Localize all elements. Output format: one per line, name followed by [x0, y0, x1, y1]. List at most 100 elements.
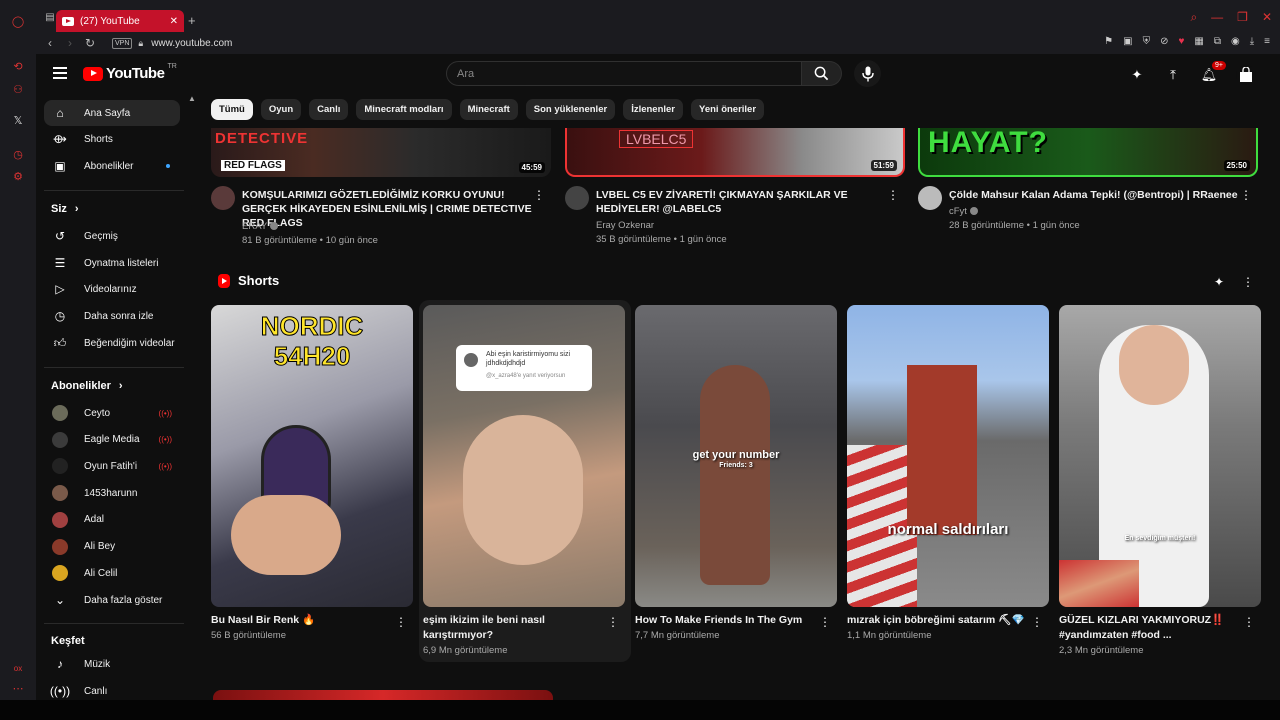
opera-ai-icon[interactable]: ox [10, 660, 26, 676]
sidebar-subscription-item[interactable]: Ali Celil [44, 560, 180, 586]
wallet-icon[interactable]: ▦ [1194, 36, 1203, 47]
more-options-icon[interactable]: ⋮ [1243, 615, 1255, 629]
short-thumbnail[interactable]: normal saldırıları [847, 305, 1049, 607]
lock-icon[interactable]: 🔒︎ [138, 38, 143, 49]
sidebar-item-home[interactable]: ⌂ Ana Sayfa [44, 100, 180, 126]
search-tabs-icon[interactable]: ⌕ [1190, 10, 1197, 25]
short-title[interactable]: How To Make Friends In The Gym [635, 613, 815, 628]
short-card[interactable]: NORDIC 54H20 Bu Nasıl Bir Renk 🔥 56 B gö… [211, 305, 413, 641]
chip-filter[interactable]: İzlenenler [623, 99, 684, 120]
channel-avatar[interactable] [211, 186, 235, 210]
opera-tabs-icon[interactable]: ⚇ [10, 81, 26, 97]
sidebar-subscription-item[interactable]: Adal [44, 507, 180, 533]
premium-icon[interactable]: ✦ [1128, 66, 1146, 84]
youtube-logo[interactable]: YouTube TR [83, 63, 177, 82]
bookmark-icon[interactable]: ⚑ [1104, 36, 1113, 47]
url-field[interactable]: www.youtube.com [151, 38, 232, 49]
channel-avatar[interactable] [918, 186, 942, 210]
sidebar-item-live[interactable]: ((•)) Canlı [44, 678, 180, 700]
close-tab-icon[interactable]: ✕ [170, 16, 178, 27]
sidebar-scroll-up-icon[interactable]: ▲ [188, 94, 196, 104]
channel-name[interactable]: Eray Ozkenar [596, 220, 654, 231]
more-options-icon[interactable]: ⋮ [533, 188, 545, 202]
reload-icon[interactable]: ↻ [84, 36, 96, 50]
short-card[interactable]: En sevdiğim müşteri! GÜZEL KIZLARI YAKMI… [1059, 305, 1261, 656]
sidebar-item-playlists[interactable]: ☰ Oynatma listeleri [44, 250, 180, 276]
short-card[interactable]: get your number Friends: 3 How To Make F… [635, 305, 837, 641]
account-avatar[interactable] [1236, 65, 1256, 85]
easy-setup-icon[interactable]: ≡ [1264, 36, 1270, 47]
sidebar-item-history[interactable]: ↺ Geçmiş [44, 223, 180, 249]
sidebar-subscriptions-heading[interactable]: Abonelikler › [51, 380, 123, 392]
short-thumbnail[interactable]: Abi eşin karistirmiyomu sizi jdhdkdjdhdj… [423, 305, 625, 607]
sidebar-subscription-item[interactable]: Ceyto ((•)) [44, 400, 180, 426]
short-thumbnail[interactable]: NORDIC 54H20 [211, 305, 413, 607]
upload-icon[interactable]: ⤒ [1164, 66, 1182, 84]
short-thumbnail[interactable]: get your number Friends: 3 [635, 305, 837, 607]
sidebar-show-more[interactable]: ⌄ Daha fazla göster [44, 587, 180, 613]
minimize-icon[interactable]: — [1211, 10, 1223, 25]
search-button[interactable] [802, 61, 842, 86]
sidebar-item-music[interactable]: ♪ Müzik [44, 651, 180, 677]
search-input[interactable]: Ara [446, 61, 802, 86]
chip-filter[interactable]: Yeni öneriler [691, 99, 765, 120]
x-twitter-icon[interactable]: 𝕏 [10, 112, 26, 128]
more-side-icon[interactable]: ⋯ [10, 680, 26, 696]
heart-icon[interactable]: ♥ [1178, 36, 1184, 47]
next-row-thumbnail[interactable] [213, 690, 553, 700]
chip-filter[interactable]: Minecraft modları [356, 99, 452, 120]
video-thumbnail[interactable]: DETECTIVE RED FLAGS 45:59 [211, 128, 551, 177]
not-interested-icon[interactable]: ✦ [1214, 275, 1224, 289]
short-title[interactable]: GÜZEL KIZLARI YAKMIYORUZ‼️ #yandımzaten … [1059, 613, 1239, 643]
channel-name[interactable]: cFyt [949, 206, 978, 217]
sidebar-subscription-item[interactable]: Ali Bey [44, 534, 180, 560]
short-title[interactable]: mızrak için böbreğimi satarım ⛏💎 [847, 613, 1027, 628]
chip-filter[interactable]: Minecraft [459, 99, 518, 120]
forward-icon[interactable]: › [64, 36, 76, 50]
notifications-button[interactable]: 🔔︎ 9+ [1200, 61, 1226, 84]
profile-icon[interactable]: ◉ [1231, 36, 1240, 47]
more-options-icon[interactable]: ⋮ [1242, 275, 1254, 289]
vpn-badge[interactable]: VPN [112, 37, 133, 49]
video-title[interactable]: KOMŞULARIMIZI GÖZETLEDİĞİMİZ KORKU OYUNU… [242, 188, 532, 230]
shield-icon[interactable]: ⛨ [1143, 36, 1151, 47]
sidebar-you-heading[interactable]: Siz › [51, 203, 79, 215]
opera-aria-icon[interactable]: ⟲ [10, 58, 26, 74]
video-thumbnail[interactable]: HAYAT? 25:50 [918, 128, 1258, 177]
more-options-icon[interactable]: ⋮ [887, 188, 899, 202]
voice-search-button[interactable] [854, 60, 881, 87]
chip-filter[interactable]: Canlı [309, 99, 349, 120]
channel-name[interactable]: ERAY [242, 221, 279, 232]
video-title[interactable]: Çölde Mahsur Kalan Adama Tepki! (@Bentro… [949, 188, 1239, 202]
more-options-icon[interactable]: ⋮ [607, 615, 619, 629]
sidebar-item-watch-later[interactable]: ◷ Daha sonra izle [44, 303, 180, 329]
sidebar-subscription-item[interactable]: 1453harunn [44, 480, 180, 506]
sidebar-item-subscriptions[interactable]: ▣ Abonelikler [44, 153, 180, 179]
download-icon[interactable]: ⤓ [1250, 36, 1254, 47]
short-title[interactable]: eşim ikizim ile beni nasıl karıştırmıyor… [423, 613, 603, 643]
sidebar-item-your-videos[interactable]: ▷ Videolarınız [44, 276, 180, 302]
sidebar-subscription-item[interactable]: Eagle Media ((•)) [44, 427, 180, 453]
settings-side-icon[interactable]: ⚙ [10, 168, 26, 184]
chip-filter[interactable]: Son yüklenenler [525, 99, 616, 120]
more-options-icon[interactable]: ⋮ [1031, 615, 1043, 629]
maximize-icon[interactable]: ❐ [1237, 10, 1248, 25]
more-options-icon[interactable]: ⋮ [395, 615, 407, 629]
more-options-icon[interactable]: ⋮ [1240, 188, 1252, 202]
opera-logo-icon[interactable]: ◯ [10, 13, 26, 29]
video-title[interactable]: LVBEL C5 EV ZİYARETİ! ÇIKMAYAN ŞARKILAR … [596, 188, 886, 216]
new-tab-icon[interactable]: + [188, 13, 196, 28]
adblock-icon[interactable]: ⊘ [1160, 36, 1168, 47]
extensions-icon[interactable]: ⧉ [1214, 36, 1221, 47]
channel-avatar[interactable] [565, 186, 589, 210]
more-options-icon[interactable]: ⋮ [819, 615, 831, 629]
close-window-icon[interactable]: ✕ [1262, 10, 1272, 25]
chip-filter[interactable]: Tümü [211, 99, 253, 120]
sidebar-subscription-item[interactable]: Oyun Fatih'i ((•)) [44, 453, 180, 479]
history-side-icon[interactable]: ◷ [10, 146, 26, 162]
short-title[interactable]: Bu Nasıl Bir Renk 🔥 [211, 613, 391, 628]
sidebar-item-liked-videos[interactable]: 👍︎ Beğendiğim videolar [44, 330, 180, 356]
sidebar-item-shorts[interactable]: ⟴ Shorts [44, 126, 180, 152]
tab-menu-icon[interactable]: ▤ [44, 12, 56, 23]
menu-icon[interactable] [53, 67, 67, 79]
